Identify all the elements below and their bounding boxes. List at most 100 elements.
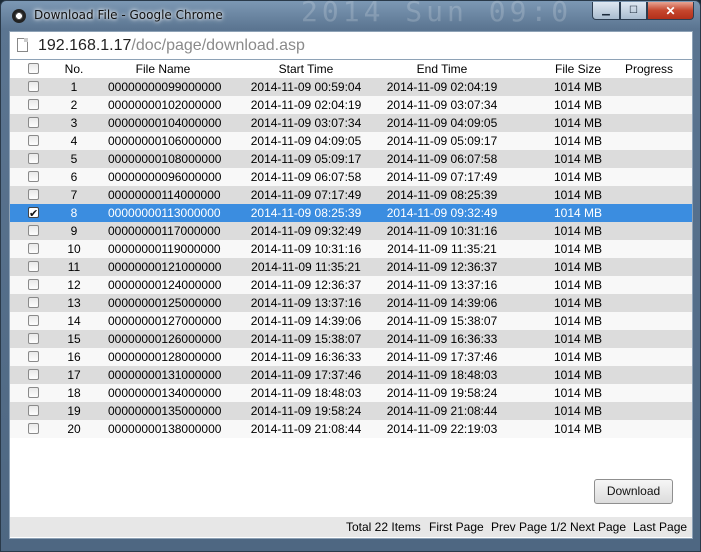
select-all-checkbox[interactable] (28, 63, 39, 74)
row-number: 3 (70, 116, 78, 130)
page-indicator: 1/2 (550, 520, 567, 534)
row-file-name: 00000000117000000 (108, 224, 221, 238)
row-end-time: 2014-11-09 22:19:03 (386, 422, 498, 436)
first-page-link[interactable]: First Page (429, 520, 484, 534)
row-progress (604, 186, 692, 204)
table-row[interactable]: 14 00000000127000000 2014-11-09 14:39:06 20… (10, 312, 692, 330)
address-bar[interactable]: 192.168.1.17/doc/page/download.asp (9, 31, 693, 60)
minimize-button[interactable]: ▁ (592, 2, 620, 20)
row-end-time: 2014-11-09 06:07:58 (386, 152, 498, 166)
row-number: 1 (70, 80, 78, 94)
row-checkbox[interactable] (28, 171, 39, 182)
table-row[interactable]: 7 00000000114000000 2014-11-09 07:17:49 201… (10, 186, 692, 204)
table-row[interactable]: 17 00000000131000000 2014-11-09 17:37:46 20… (10, 366, 692, 384)
row-checkbox[interactable] (28, 423, 39, 434)
row-progress (604, 276, 692, 294)
row-checkbox[interactable] (28, 405, 39, 416)
row-checkbox[interactable] (28, 135, 39, 146)
row-checkbox[interactable] (28, 99, 39, 110)
table-row[interactable]: 8000000001130000002014-11-09 08:25:39201… (10, 204, 692, 223)
row-file-name: 00000000099000000 (108, 80, 222, 94)
row-checkbox[interactable] (28, 261, 39, 272)
row-end-time: 2014-11-09 11:35:21 (387, 242, 497, 256)
maximize-button[interactable]: ☐ (620, 2, 647, 20)
row-checkbox[interactable] (28, 333, 39, 344)
last-page-link[interactable]: Last Page (633, 520, 687, 534)
row-end-time: 2014-11-09 02:04:19 (386, 80, 498, 94)
table-row[interactable]: 15 00000000126000000 2014-11-09 15:38:07 20… (10, 330, 692, 348)
row-end-time: 2014-11-09 17:37:46 (386, 350, 498, 364)
close-icon: ✕ (665, 3, 676, 18)
row-checkbox-cell (10, 78, 40, 96)
url-text[interactable]: 192.168.1.17/doc/page/download.asp (38, 37, 305, 55)
row-end-time: 2014-11-09 21:08:44 (386, 404, 498, 418)
row-checkbox[interactable] (28, 225, 39, 236)
prev-page-link[interactable]: Prev Page (491, 520, 547, 534)
table-row[interactable]: 3 00000000104000000 2014-11-09 03:07:34 201… (10, 114, 692, 132)
row-end-time: 2014-11-09 03:07:34 (386, 98, 498, 112)
row-file-name: 00000000104000000 (108, 116, 222, 130)
download-panel: No. File Name Start Time End Time File S… (9, 60, 693, 539)
table-row[interactable]: 20 00000000138000000 2014-11-09 21:08:44 20… (10, 420, 692, 438)
row-checkbox[interactable] (28, 279, 39, 290)
row-checkbox[interactable] (28, 189, 39, 200)
maximize-icon: ☐ (629, 5, 638, 16)
row-checkbox-cell (10, 348, 40, 366)
table-row[interactable]: 18 00000000134000000 2014-11-09 18:48:03 20… (10, 384, 692, 402)
download-button[interactable]: Download (594, 479, 673, 504)
row-checkbox[interactable] (28, 81, 39, 92)
row-end-time: 2014-11-09 15:38:07 (386, 314, 498, 328)
title-bar[interactable]: 2014 Sun 09:0 Download File - Google Chr… (1, 0, 700, 31)
row-number: 16 (67, 350, 81, 364)
row-number: 9 (70, 224, 78, 238)
next-page-link[interactable]: Next Page (570, 520, 626, 534)
row-checkbox[interactable] (28, 387, 39, 398)
row-checkbox[interactable] (28, 369, 39, 380)
row-number: 8 (70, 206, 78, 220)
page-icon (17, 38, 28, 52)
row-number: 19 (67, 404, 81, 418)
row-checkbox-cell (10, 384, 40, 402)
row-file-name: 00000000121000000 (108, 260, 222, 274)
close-button[interactable]: ✕ (647, 2, 694, 20)
table-row[interactable]: 4 00000000106000000 2014-11-09 04:09:05 201… (10, 132, 692, 150)
row-checkbox[interactable] (28, 117, 39, 128)
row-checkbox[interactable] (28, 243, 39, 254)
row-file-name: 00000000106000000 (108, 134, 222, 148)
row-end-time: 2014-11-09 10:31:16 (386, 224, 498, 238)
window-title: Download File - Google Chrome (34, 8, 223, 22)
table-row[interactable]: 12 00000000124000000 2014-11-09 12:36:37 20… (10, 276, 692, 294)
row-file-name: 00000000125000000 (108, 296, 222, 310)
row-file-name: 00000000128000000 (108, 350, 222, 364)
row-checkbox[interactable] (28, 351, 39, 362)
table-row[interactable]: 16 00000000128000000 2014-11-09 16:36:33 20… (10, 348, 692, 366)
row-progress (604, 384, 692, 402)
table-row[interactable]: 5 00000000108000000 2014-11-09 05:09:17 201… (10, 150, 692, 168)
row-number: 4 (70, 134, 78, 148)
table-row[interactable]: 11 00000000121000000 2014-11-09 11:35:21 20… (10, 258, 692, 276)
row-number: 17 (67, 368, 81, 382)
header-file-name: File Name (135, 62, 191, 76)
table-row[interactable]: 6 00000000096000000 2014-11-09 06:07:58 201… (10, 168, 692, 186)
row-end-time: 2014-11-09 05:09:17 (386, 134, 498, 148)
table-row[interactable]: 13 00000000125000000 2014-11-09 13:37:16 20… (10, 294, 692, 312)
row-checkbox-cell (10, 276, 40, 294)
row-progress (604, 312, 692, 330)
row-number: 10 (67, 242, 81, 256)
row-checkbox[interactable] (28, 315, 39, 326)
table-row[interactable]: 9 00000000117000000 2014-11-09 09:32:49 201… (10, 222, 692, 240)
row-checkbox[interactable] (28, 205, 39, 223)
table-row[interactable]: 19 00000000135000000 2014-11-09 19:58:24 20… (10, 402, 692, 420)
table-row[interactable]: 1 00000000099000000 2014-11-09 00:59:04 201… (10, 78, 692, 96)
row-file-name: 00000000134000000 (108, 386, 222, 400)
row-checkbox-cell (10, 150, 40, 168)
row-checkbox[interactable] (28, 297, 39, 308)
row-checkbox-cell (10, 132, 40, 150)
row-progress (604, 258, 692, 276)
browser-window: 2014 Sun 09:0 Download File - Google Chr… (0, 0, 701, 552)
row-progress (604, 330, 692, 348)
row-checkbox-cell (10, 114, 40, 132)
table-row[interactable]: 2 00000000102000000 2014-11-09 02:04:19 201… (10, 96, 692, 114)
row-checkbox[interactable] (28, 153, 39, 164)
table-row[interactable]: 10 00000000119000000 2014-11-09 10:31:16 20… (10, 240, 692, 258)
